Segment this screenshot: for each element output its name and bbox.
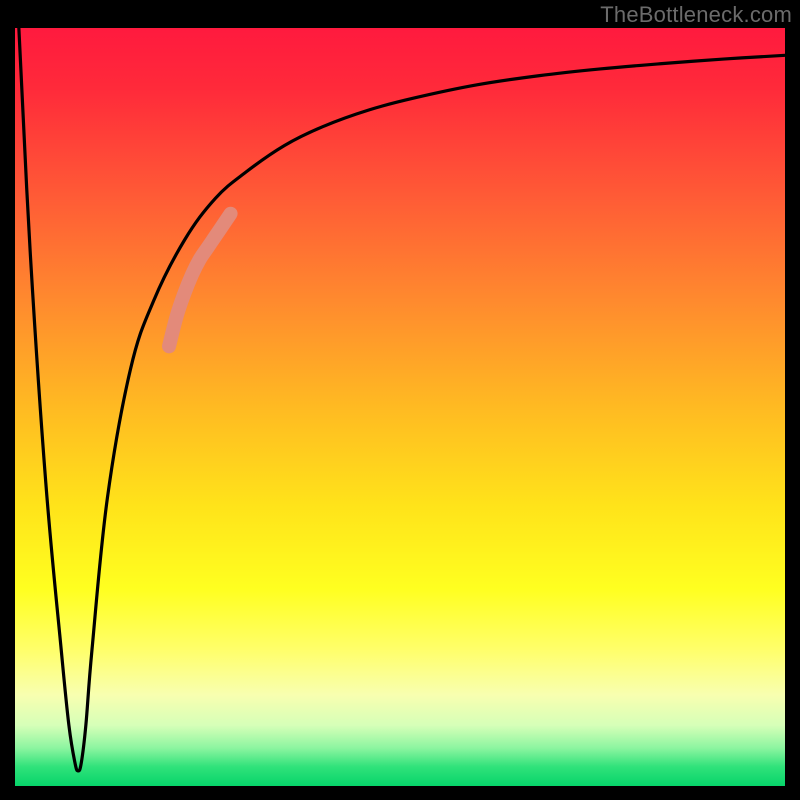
- chart-frame: TheBottleneck.com: [0, 0, 800, 800]
- highlight-segment: [169, 214, 231, 347]
- bottleneck-curve: [19, 28, 785, 771]
- curve-svg: [15, 28, 785, 786]
- plot-area: [15, 28, 785, 786]
- watermark-text: TheBottleneck.com: [600, 2, 792, 28]
